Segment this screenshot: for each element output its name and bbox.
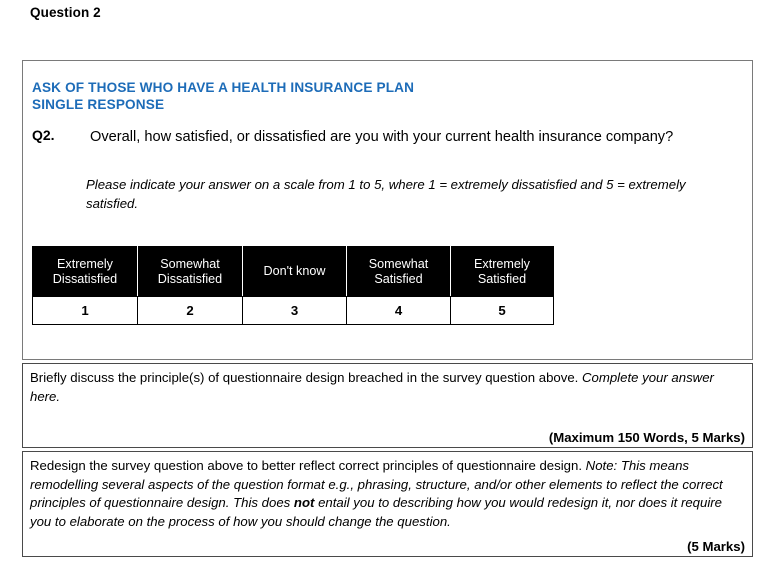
- answer-prompt-discuss: Briefly discuss the principle(s) of ques…: [30, 369, 742, 406]
- scale-header-cell-3: Somewhat Satisfied: [346, 246, 451, 297]
- scale-label-line1-2: Don't know: [263, 264, 326, 278]
- redesign-note-bold: not: [293, 495, 315, 510]
- scale-option-1[interactable]: 1: [32, 296, 138, 325]
- scale-label-line2-4: Satisfied: [477, 271, 527, 286]
- scale-header-cell-0: Extremely Dissatisfied: [32, 246, 138, 297]
- marks-redesign: (5 Marks): [687, 539, 745, 554]
- screener-line-1: ASK OF THOSE WHO HAVE A HEALTH INSURANCE…: [32, 80, 415, 95]
- page-title: Question 2: [30, 5, 101, 20]
- scale-label-line2-1: Dissatisfied: [157, 271, 223, 286]
- scale-option-2[interactable]: 2: [137, 296, 243, 325]
- scale-label-line2-3: Satisfied: [374, 271, 423, 286]
- answer-box-redesign[interactable]: Redesign the survey question above to be…: [22, 451, 753, 557]
- scale-label-line1-4: Extremely: [474, 256, 530, 271]
- survey-question-box: ASK OF THOSE WHO HAVE A HEALTH INSURANCE…: [22, 60, 753, 360]
- marks-discuss: (Maximum 150 Words, 5 Marks): [548, 430, 745, 445]
- question-text: Overall, how satisfied, or dissatisfied …: [90, 129, 674, 145]
- screener-line-2: SINGLE RESPONSE: [32, 97, 165, 112]
- answer-box-discuss[interactable]: Briefly discuss the principle(s) of ques…: [22, 363, 753, 448]
- discuss-prompt-plain: Briefly discuss the principle(s) of ques…: [30, 370, 579, 385]
- screener-instruction: ASK OF THOSE WHO HAVE A HEALTH INSURANCE…: [32, 79, 414, 113]
- question-instruction: Please indicate your answer on a scale f…: [86, 177, 686, 211]
- document-page: Question 2 ASK OF THOSE WHO HAVE A HEALT…: [0, 0, 780, 579]
- scale-label-line1-3: Somewhat: [368, 256, 429, 271]
- scale-label-line1-0: Extremely: [57, 256, 113, 271]
- scale-label-line1-1: Somewhat: [160, 256, 220, 271]
- scale-option-5[interactable]: 5: [450, 296, 554, 325]
- scale-value-row: 1 2 3 4 5: [32, 296, 554, 325]
- response-scale-table: Extremely Dissatisfied Somewhat Dissatis…: [32, 246, 554, 325]
- question-number: Q2.: [32, 127, 55, 143]
- scale-header-row: Extremely Dissatisfied Somewhat Dissatis…: [32, 246, 554, 297]
- answer-prompt-redesign: Redesign the survey question above to be…: [30, 457, 742, 531]
- scale-option-3[interactable]: 3: [242, 296, 347, 325]
- scale-label-line2-0: Dissatisfied: [52, 271, 118, 286]
- scale-header-cell-1: Somewhat Dissatisfied: [137, 246, 243, 297]
- scale-header-cell-4: Extremely Satisfied: [450, 246, 554, 297]
- scale-header-cell-2: Don't know: [242, 246, 347, 297]
- scale-option-4[interactable]: 4: [346, 296, 451, 325]
- redesign-prompt-plain: Redesign the survey question above to be…: [30, 458, 582, 473]
